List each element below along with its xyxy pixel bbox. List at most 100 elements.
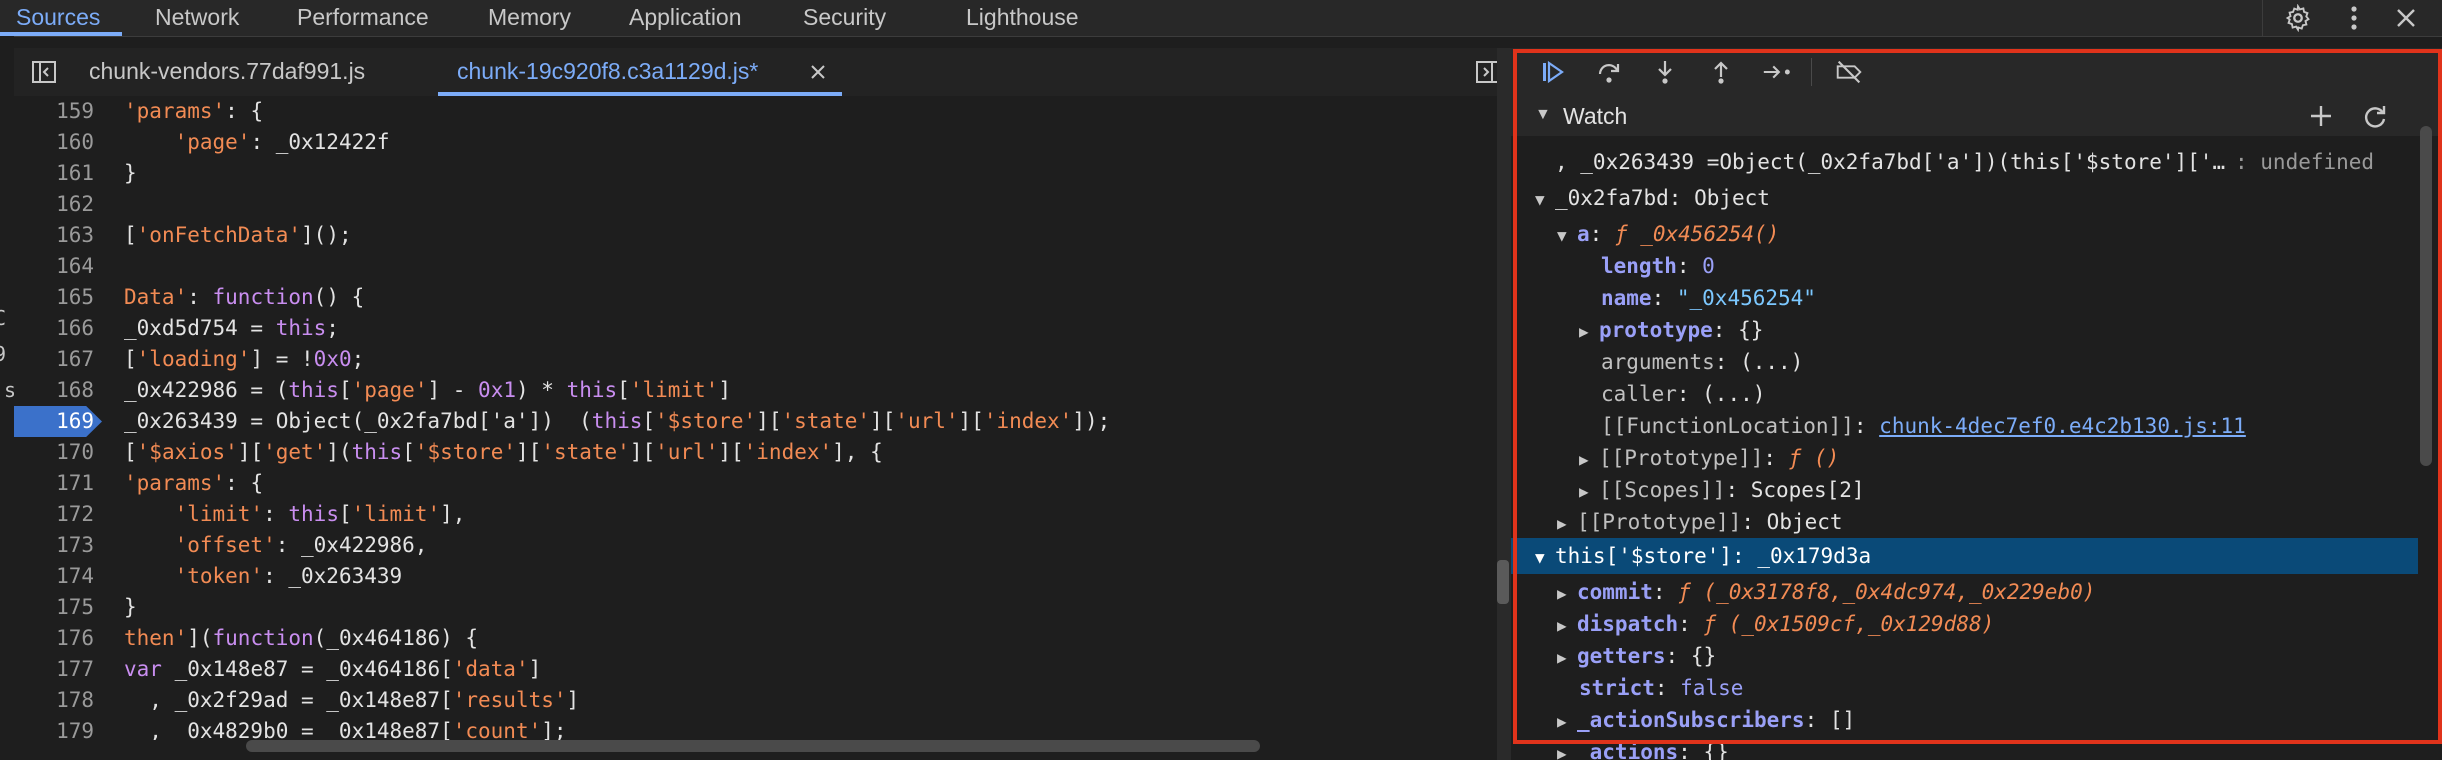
code-line[interactable]: 162 [14,189,1497,220]
file-tab-active[interactable]: chunk-19c920f8.c3a1129d.js* [457,48,758,96]
line-number[interactable]: 165 [14,282,94,313]
line-number[interactable]: 170 [14,437,94,468]
code-line[interactable]: 170 ['$axios']['get'](this['$store']['sta… [14,437,1497,468]
code-line[interactable]: 175} [14,592,1497,623]
step-icon[interactable] [1761,56,1793,88]
line-number[interactable]: 171 [14,468,94,499]
step-out-icon[interactable] [1705,56,1737,88]
code-line[interactable]: 161} [14,158,1497,189]
code-line[interactable]: 172 'limit': this['limit'], [14,499,1497,530]
file-tab-vendors[interactable]: chunk-vendors.77daf991.js [89,48,365,96]
code-text: _0xd5d754 = this; [124,316,339,340]
collapsed-arrow-icon: ▶ [1557,712,1567,731]
tree-row-obj-prototype[interactable]: ▶ [[Prototype]]: Object [1557,506,1843,538]
tree-row-scopes[interactable]: ▶ [[Scopes]]: Scopes[2] [1579,474,1865,506]
line-number[interactable]: 169 [14,406,94,437]
code-line[interactable]: 160 'page': _0x12422f [14,127,1497,158]
line-number[interactable]: 175 [14,592,94,623]
tree-row-commit[interactable]: ▶ commit: ƒ (_0x3178f8,_0x4dc974,_0x229eb… [1557,576,2095,608]
tree-row-arguments[interactable]: arguments: (...) [1601,346,1803,378]
code-line[interactable]: 173 'offset': _0x422986, [14,530,1497,561]
tab-memory[interactable]: Memory [488,0,571,36]
line-number[interactable]: 159 [14,96,94,127]
code-line[interactable]: 164 [14,251,1497,282]
line-number[interactable]: 176 [14,623,94,654]
tree-key: dispatch [1577,612,1679,636]
tree-row-obj[interactable]: ▼ _0x2fa7bd: Object [1535,182,1770,214]
tree-row-prototype-internal[interactable]: ▶ [[Prototype]]: ƒ () [1579,442,1839,474]
code-line[interactable]: 159 'params': { [14,96,1497,127]
code-line[interactable]: 163 ['onFetchData'](); [14,220,1497,251]
watch-scrollbar[interactable] [2420,126,2432,466]
code-line[interactable]: 177 var _0x148e87 = _0x464186['data'] [14,654,1497,685]
tree-row-caller[interactable]: caller: (...) [1601,378,1765,410]
line-number[interactable]: 162 [14,189,94,220]
add-watch-icon[interactable] [2305,100,2337,132]
tab-security[interactable]: Security [803,0,886,36]
step-over-icon[interactable] [1593,56,1625,88]
code-line[interactable]: 171 'params': { [14,468,1497,499]
collapsed-arrow-icon: ▶ [1579,450,1589,469]
collapsed-arrow-icon: ▶ [1557,616,1567,635]
tree-row-function-location[interactable]: [[FunctionLocation]]: chunk-4dec7ef0.e4c… [1601,410,2246,442]
watch-section-header[interactable]: ▼ Watch [1511,96,2442,136]
line-number[interactable]: 166 [14,313,94,344]
code-text: ['onFetchData'](); [124,223,352,247]
expanded-arrow-icon: ▼ [1535,190,1545,209]
tree-row-dispatch[interactable]: ▶ dispatch: ƒ (_0x1509cf,_0x129d88) [1557,608,1994,640]
refresh-watch-icon[interactable] [2359,100,2391,132]
code-line[interactable]: 166 _0xd5d754 = this; [14,313,1497,344]
tree-row-action-subscribers[interactable]: ▶ _actionSubscribers: [] [1557,704,1855,736]
editor-scroll-thumb[interactable] [1497,560,1509,604]
line-number[interactable]: 179 [14,716,94,740]
tree-row-getters[interactable]: ▶ getters: {} [1557,640,1716,672]
tree-row-prototype[interactable]: ▶ prototype: {} [1579,314,1763,346]
deactivate-breakpoints-icon[interactable] [1833,56,1865,88]
tab-performance[interactable]: Performance [297,0,429,36]
tree-value: Object [1694,186,1770,210]
line-number[interactable]: 174 [14,561,94,592]
step-into-icon[interactable] [1649,56,1681,88]
tree-row-name[interactable]: name: "_0x456254" [1601,282,1816,314]
more-options-icon[interactable] [2338,2,2370,34]
line-number[interactable]: 178 [14,685,94,716]
close-devtools-icon[interactable] [2390,2,2422,34]
line-number[interactable]: 164 [14,251,94,282]
toggle-navigator-icon[interactable] [28,56,60,88]
tree-value: (...) [1702,382,1766,406]
code-line[interactable]: 169 _0x263439 = Object(_0x2fa7bd['a']) (t… [14,406,1497,437]
resume-icon[interactable] [1537,56,1569,88]
tab-lighthouse[interactable]: Lighthouse [966,0,1079,36]
tree-row-strict[interactable]: strict: false [1579,672,1743,704]
line-number[interactable]: 161 [14,158,94,189]
code-line[interactable]: 178 , _0x2f29ad = _0x148e87['results'] [14,685,1497,716]
panel-splitter[interactable] [1497,48,1511,760]
line-number[interactable]: 163 [14,220,94,251]
tree-row-length[interactable]: length: 0 [1601,250,1715,282]
watch-expression[interactable]: , _0x263439 =Object(_0x2fa7bd['a'])(this… [1555,146,2225,178]
tab-sources[interactable]: Sources [16,0,100,36]
close-file-tab-icon[interactable] [802,56,834,88]
horizontal-scrollbar[interactable] [246,740,1260,752]
tree-row-actions[interactable]: ▶ _actions: {} [1557,736,1729,760]
code-line[interactable]: 167 ['loading'] = !0x0; [14,344,1497,375]
tree-row-store[interactable]: ▼ this['$store']: _0x179d3a [1535,540,1871,572]
code-editor[interactable]: 159'params': {160 'page': _0x12422f 161} 1… [14,96,1497,740]
code-line[interactable]: 168 _0x422986 = (this['page'] - 0x1) * th… [14,375,1497,406]
function-location-link[interactable]: chunk-4dec7ef0.e4c2b130.js:11 [1879,414,2246,438]
code-line[interactable]: 176 then'](function(_0x464186) { [14,623,1497,654]
line-number[interactable]: 173 [14,530,94,561]
line-number[interactable]: 167 [14,344,94,375]
line-number[interactable]: 177 [14,654,94,685]
tree-row-a[interactable]: ▼ a: ƒ _0x456254() [1557,218,1779,250]
settings-gear-icon[interactable] [2282,2,2314,34]
code-line[interactable]: 165 Data': function() { [14,282,1497,313]
tab-application[interactable]: Application [629,0,742,36]
code-line[interactable]: 174 'token': _0x263439 [14,561,1497,592]
line-number[interactable]: 168 [14,375,94,406]
line-number[interactable]: 160 [14,127,94,158]
line-number[interactable]: 172 [14,499,94,530]
tab-network[interactable]: Network [155,0,239,36]
tree-value: "_0x456254" [1676,286,1816,310]
code-line[interactable]: 179 , _0x4829b0 = _0x148e87['count']; [14,716,1497,740]
